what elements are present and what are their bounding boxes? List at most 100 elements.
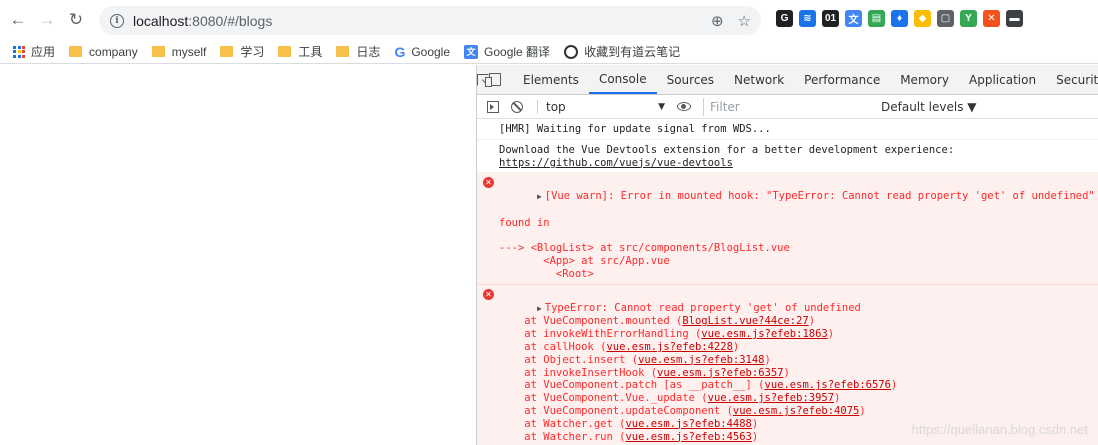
chevron-down-icon: ▼ — [658, 101, 665, 112]
tab-network[interactable]: Network — [724, 65, 794, 94]
tab-elements[interactable]: Elements — [513, 65, 589, 94]
stack-frame-text: at Watcher.get ( — [499, 417, 626, 430]
bookmark-folder[interactable]: 工具 — [278, 43, 322, 60]
device-toolbar-icon[interactable] — [485, 65, 501, 94]
stack-frame-link[interactable]: vue.esm.js?efeb:3957 — [708, 392, 834, 404]
bookmark-folder[interactable]: 学习 — [220, 43, 264, 60]
extension-icon[interactable]: ✕ — [983, 10, 1000, 27]
bookmark-label: 收藏到有道云笔记 — [584, 45, 681, 59]
stack-frame-text: ) — [827, 328, 835, 341]
tab-application[interactable]: Application — [959, 65, 1046, 94]
stack-frame-text: at invokeInsertHook ( — [499, 366, 658, 379]
bookmark-folder[interactable]: company — [69, 45, 138, 59]
expand-triangle-icon[interactable]: ▶ — [537, 303, 542, 316]
stack-frame-link[interactable]: vue.esm.js?efeb:4075 — [733, 405, 859, 417]
bookmarks-bar: 应用 company myself 学习 工具 日志 G Google 文 Goog… — [0, 40, 1098, 64]
bookmark-folder[interactable]: 日志 — [336, 43, 380, 60]
stack-frame-text: at VueComponent.patch [as __patch__] ( — [499, 379, 765, 392]
extension-icon[interactable]: ≋ — [799, 10, 816, 27]
star-icon[interactable]: ☆ — [738, 12, 751, 30]
stack-frame-link[interactable]: vue.esm.js?efeb:3148 — [638, 354, 764, 366]
stack-frame-link[interactable]: BlogList.vue?44ce:27 — [682, 315, 808, 327]
extension-icon[interactable]: 文 — [845, 10, 862, 27]
extension-icon[interactable]: ▤ — [868, 10, 885, 27]
error-text: found in — [499, 216, 550, 229]
tab-performance[interactable]: Performance — [794, 65, 890, 94]
forward-icon[interactable]: → — [36, 9, 58, 31]
bookmark-label: 学习 — [240, 45, 265, 59]
clear-console-icon[interactable] — [511, 100, 523, 113]
bookmark-label: 日志 — [356, 45, 381, 59]
sidebar-toggle-icon[interactable] — [487, 100, 499, 113]
stack-frame-text: ) — [834, 392, 841, 405]
devtools-tabbar: Elements Console Sources Network Perform… — [477, 65, 1098, 95]
trace-line: <App> at src/App.vue — [499, 255, 670, 268]
stack-frame-link[interactable]: vue.esm.js?efeb:4488 — [625, 418, 751, 430]
bookmark-label: 工具 — [298, 45, 323, 59]
bookmark-label: myself — [171, 44, 207, 59]
extension-icon[interactable]: Y — [960, 10, 977, 27]
stack-frame-text: at callHook ( — [499, 340, 607, 353]
filter-input[interactable] — [703, 97, 875, 116]
google-icon: G — [394, 43, 406, 60]
bookmark-label: Google 翻译 — [484, 45, 551, 59]
extension-icon[interactable]: G — [776, 10, 793, 27]
console-toolbar: top ▼ Default levels ▼ — [477, 95, 1098, 119]
console-error-message: ✕ ▶ [Vue warn]: Error in mounted hook: "Ty… — [477, 173, 1098, 285]
stack-frame-link[interactable]: vue.esm.js?efeb:4228 — [606, 341, 732, 353]
folder-icon — [69, 46, 83, 57]
reload-icon[interactable]: ↻ — [65, 9, 87, 31]
address-bar[interactable]: i localhost:8080/#/blogs ⊕ ☆ — [99, 6, 761, 35]
stack-frame-text: ) — [732, 340, 740, 353]
youdao-icon — [564, 44, 579, 59]
page-viewport[interactable] — [0, 65, 476, 445]
live-expression-eye-icon[interactable] — [677, 102, 691, 111]
tab-memory[interactable]: Memory — [890, 65, 959, 94]
stack-frame-text: at VueComponent.updateComponent ( — [499, 404, 733, 417]
bookmark-apps[interactable]: 应用 — [13, 43, 55, 60]
extension-icon[interactable]: ▢ — [937, 10, 954, 27]
back-icon[interactable]: ← — [7, 9, 29, 31]
context-value: top — [546, 99, 566, 114]
bookmark-translate[interactable]: 文 Google 翻译 — [464, 43, 550, 60]
stack-frame-text: at VueComponent.Vue._update ( — [499, 392, 708, 405]
log-levels-dropdown[interactable]: Default levels ▼ — [881, 100, 977, 114]
folder-icon — [151, 46, 165, 57]
extensions-bar: G ≋ 01 文 ▤ ♦ ◆ ▢ Y ✕ ▬ — [776, 10, 1023, 27]
info-icon[interactable]: i — [110, 13, 124, 28]
stack-frame-text: at invokeWithErrorHandling ( — [499, 328, 702, 341]
stack-frame-link[interactable]: vue.esm.js?efeb:6576 — [765, 379, 891, 391]
extension-icon[interactable]: ◆ — [914, 10, 931, 27]
extension-icon[interactable]: ▬ — [1006, 10, 1023, 27]
tab-security[interactable]: Security — [1046, 65, 1098, 94]
stack-frame-text: ) — [751, 430, 759, 443]
tab-sources[interactable]: Sources — [657, 65, 724, 94]
url-path: :8080/#/blogs — [188, 12, 273, 29]
console-message: Download the Vue Devtools extension for … — [477, 140, 1098, 174]
apps-grid-icon — [13, 45, 25, 58]
stack-frame-link[interactable]: vue.esm.js?efeb:6357 — [657, 367, 783, 379]
stack-frame-text: ) — [783, 366, 790, 379]
bookmark-folder[interactable]: myself — [151, 44, 207, 59]
folder-icon — [278, 46, 292, 57]
bookmark-label: Google — [411, 44, 451, 59]
bookmark-youdao[interactable]: 收藏到有道云笔记 — [564, 43, 680, 60]
stack-frame-text: ) — [764, 353, 771, 366]
folder-icon — [336, 46, 350, 57]
browser-toolbar: ← → ↻ i localhost:8080/#/blogs ⊕ ☆ G ≋ 01 文… — [0, 0, 1098, 40]
bookmark-label: company — [89, 44, 138, 59]
stack-frame-link[interactable]: vue.esm.js?efeb:1863 — [701, 328, 827, 340]
tab-console[interactable]: Console — [588, 65, 657, 94]
translate-icon: 文 — [464, 44, 479, 59]
extension-icon[interactable]: 01 — [822, 10, 839, 27]
stack-frame-link[interactable]: vue.esm.js?efeb:4563 — [625, 431, 751, 443]
bookmark-google[interactable]: G Google — [394, 44, 450, 60]
extension-icon[interactable]: ♦ — [891, 10, 908, 27]
url-host: localhost — [133, 12, 189, 29]
devtools-link[interactable]: https://github.com/vuejs/vue-devtools — [499, 157, 733, 169]
zoom-icon[interactable]: ⊕ — [711, 12, 724, 30]
expand-triangle-icon[interactable]: ▶ — [537, 191, 542, 204]
url-text[interactable]: localhost:8080/#/blogs — [133, 13, 272, 29]
context-selector[interactable]: top ▼ — [537, 99, 665, 114]
trace-line: ---> <BlogList> at src/components/BlogLi… — [499, 242, 790, 255]
